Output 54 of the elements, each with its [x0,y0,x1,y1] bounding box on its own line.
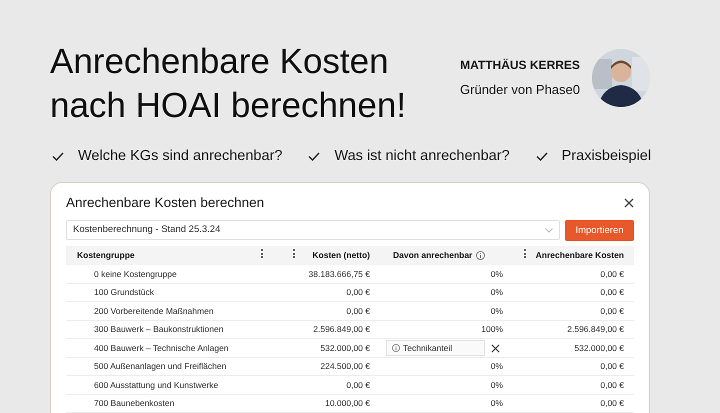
table-cell: 100% [481,324,503,334]
table-cell: 0% [490,398,503,408]
info-icon [392,344,400,352]
table-cell: 38.183.666,75 € [308,268,370,279]
table-cell: 200 Vorbereitende Maßnahmen [94,306,214,316]
table-cell: 2.596.849,00 € [567,324,624,334]
table-cell: 0,00 € [346,380,370,390]
table-cell: 600 Ausstattung und Kunstwerke [94,380,218,390]
table-cell: 500 Außenanlagen und Freiflächen [94,361,226,372]
table-cell: 0% [490,287,503,298]
column-header: Kosten (netto) [312,249,370,262]
author-name: MATTHÄUS KERRES [460,57,580,74]
table-cell: 0,00 € [600,306,624,316]
select-field[interactable]: Kostenberechnung - Stand 25.3.24 [66,220,560,240]
table-cell: 0,00 € [600,268,624,279]
table-cell: 0,00 € [346,306,370,316]
headline: Anrechenbare Kosten [50,41,390,83]
table-cell: 0 keine Kostengruppe [94,268,177,279]
table-cell: 0% [490,380,503,390]
headline: nach HOAI berechnen! [50,85,406,127]
import-button[interactable]: Importieren [565,220,634,242]
table-cell: 0,00 € [600,380,624,390]
table-cell: 0% [490,268,503,279]
table-cell: 532.000,00 € [574,342,624,353]
check-icon [536,152,548,162]
table-cell: 2.596.849,00 € [313,324,370,334]
close-icon[interactable] [624,198,634,208]
feature-item: Welche KGs sind anrechenbar? [78,147,282,166]
table-cell: 224.500,00 € [320,361,370,372]
close-icon[interactable] [491,344,500,352]
feature-item: Praxisbeispiel [562,147,652,166]
dialog-title: Anrechenbare Kosten berechnen [66,194,264,212]
table-cell: 0,00 € [600,398,624,408]
feature-item: Was ist nicht anrechenbar? [334,147,510,166]
table-cell: 300 Bauwerk – Baukonstruktionen [94,324,224,334]
table-cell: 10.000,00 € [325,398,370,408]
check-icon [52,152,64,162]
chevron-icon [545,228,553,233]
table-cell: 0% [490,306,503,316]
table-cell: 0,00 € [346,287,370,298]
column-header: Davon anrechenbar [393,249,472,262]
table-cell: 0% [490,361,503,372]
table-cell: 100 Grundstück [94,287,154,298]
table-cell: 400 Bauwerk – Technische Anlagen [94,342,229,353]
column-header: Kostengruppe [77,249,135,262]
table-cell: 532.000,00 € [320,342,370,353]
tag-chip[interactable]: Technikanteil [386,340,485,356]
table-cell: 700 Baunebenkosten [94,398,174,408]
check-icon [308,152,320,162]
table-cell: 0,00 € [600,361,624,372]
table-cell: 0,00 € [600,287,624,298]
column-header: Anrechenbare Kosten [536,249,624,262]
info-icon[interactable] [476,251,486,260]
author-role: Gründer von Phase0 [460,81,580,100]
